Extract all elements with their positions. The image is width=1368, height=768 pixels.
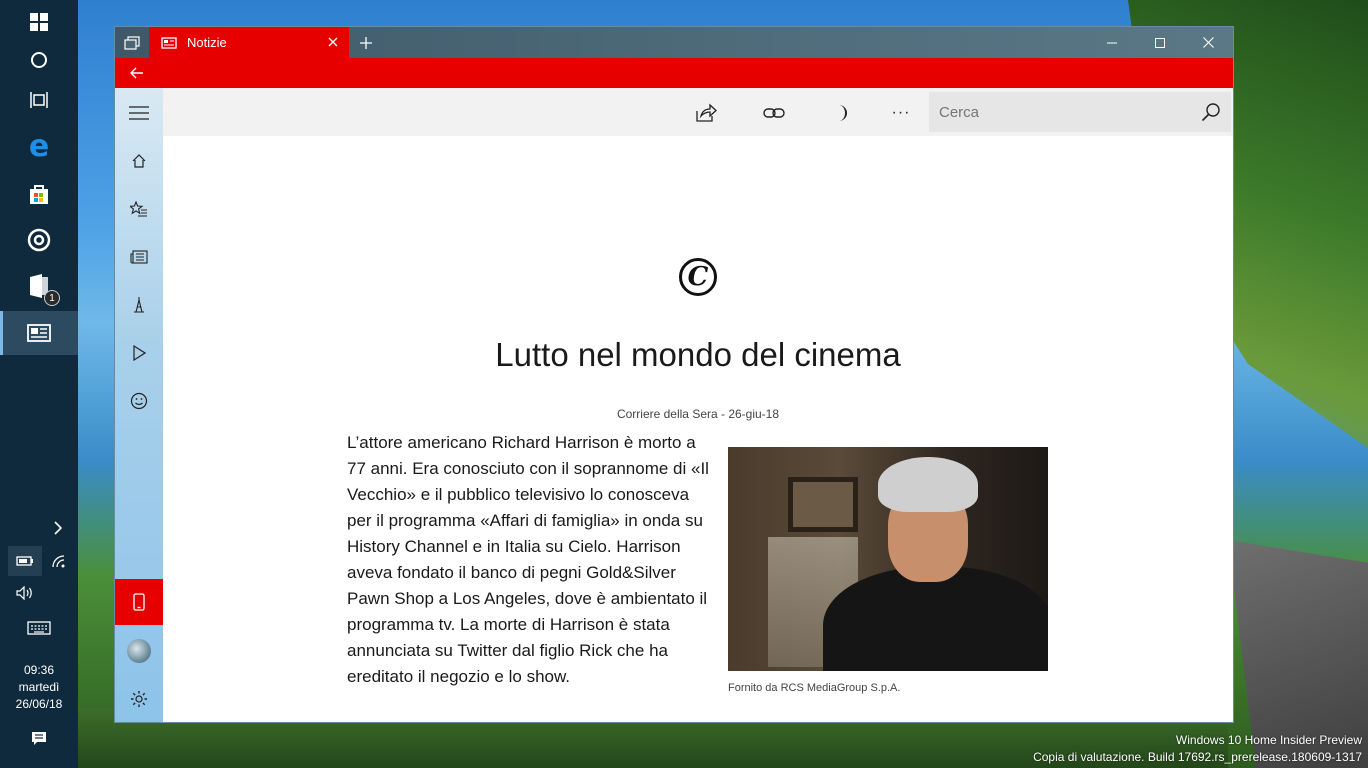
search-button[interactable]: [1199, 100, 1223, 124]
keyboard-icon: [27, 621, 51, 635]
expand-tray-button[interactable]: [48, 518, 68, 538]
back-button[interactable]: [125, 64, 149, 82]
photo-background-frame: [788, 477, 858, 532]
store-app-button[interactable]: [0, 172, 78, 216]
search-input[interactable]: [929, 103, 1179, 121]
landmark-icon: [134, 297, 144, 313]
minimize-icon: [1107, 42, 1117, 43]
clock-date: 26/06/18: [15, 697, 63, 711]
search-icon: [1201, 103, 1220, 122]
groove-music-icon: [27, 228, 51, 252]
new-tab-button[interactable]: [355, 33, 377, 53]
edge-app-button[interactable]: e: [0, 124, 78, 168]
photo-caption: Fornito da RCS MediaGroup S.p.A.: [728, 682, 901, 694]
close-window-button[interactable]: [1185, 27, 1231, 58]
close-tab-button[interactable]: [325, 34, 341, 50]
gear-icon: [131, 691, 147, 707]
touch-keyboard-button[interactable]: [26, 618, 52, 638]
news-tab-icon: [161, 36, 177, 49]
clock-day: martedì: [18, 680, 60, 694]
nav-videos[interactable]: [115, 330, 163, 376]
article-content: C Lutto nel mondo del cinema Corriere de…: [163, 136, 1233, 722]
hamburger-icon: [129, 106, 149, 120]
task-view-button[interactable]: [0, 78, 78, 122]
publisher-logo[interactable]: C: [679, 258, 717, 296]
account-button[interactable]: [115, 628, 163, 674]
taskbar: e 1 09:36 martedì 26/06/18: [0, 0, 78, 768]
close-icon: [328, 37, 338, 47]
edge-icon: e: [28, 128, 50, 164]
maximize-button[interactable]: [1137, 27, 1183, 58]
battery-icon: [16, 556, 33, 566]
battery-tray-button[interactable]: [8, 546, 42, 576]
share-button[interactable]: [693, 100, 719, 126]
title-bar: Notizie: [115, 27, 1233, 58]
store-bag-icon: [30, 185, 48, 204]
share-icon: [696, 103, 717, 122]
windows-logo-icon: [30, 13, 48, 31]
desktop-watermark: Windows 10 Home Insider Preview Copia di…: [1033, 732, 1362, 766]
notification-count-badge: 1: [44, 290, 60, 306]
nav-local[interactable]: [115, 282, 163, 328]
phone-icon: [133, 593, 145, 611]
tab-notizie[interactable]: Notizie: [149, 27, 349, 58]
plus-icon: [360, 37, 372, 49]
action-center-icon: [32, 732, 46, 745]
speaker-icon: [16, 586, 32, 600]
cortana-button[interactable]: [0, 38, 78, 82]
groove-app-button[interactable]: [0, 218, 78, 262]
set-aside-tabs-button[interactable]: [115, 27, 149, 58]
copy-link-button[interactable]: [761, 100, 787, 126]
star-list-icon: [130, 201, 147, 217]
taskbar-clock[interactable]: 09:36 martedì 26/06/18: [0, 662, 78, 713]
volume-tray-button[interactable]: [14, 582, 36, 604]
newspaper-icon: [130, 250, 148, 264]
minimize-button[interactable]: [1089, 27, 1135, 58]
photo-subject-body: [823, 567, 1048, 671]
arrow-left-icon: [130, 67, 143, 79]
close-icon: [1202, 37, 1214, 48]
moon-icon: [839, 105, 847, 121]
tab-switcher-icon: [124, 35, 140, 50]
news-app-button[interactable]: [0, 311, 78, 355]
article-photo[interactable]: [728, 447, 1048, 671]
article-byline: Corriere della Sera - 26-giu-18: [616, 407, 780, 421]
news-app-window: Notizie ··· Cerca C Lutto nel mondo del …: [114, 26, 1234, 723]
watermark-build: Copia di valutazione. Build 17692.rs_pre…: [1033, 750, 1362, 764]
office-app-button[interactable]: [0, 264, 78, 308]
smiley-icon: [130, 392, 148, 410]
menu-button[interactable]: [115, 90, 163, 136]
settings-button[interactable]: [115, 676, 163, 722]
navigation-sidebar: [115, 88, 163, 722]
app-header-bar: [115, 58, 1233, 88]
chevron-right-icon: [54, 521, 63, 535]
search-box: [929, 92, 1231, 132]
wifi-icon: [52, 555, 65, 568]
more-options-button[interactable]: ···: [888, 100, 914, 126]
nav-sources[interactable]: [115, 234, 163, 280]
news-icon: [27, 324, 51, 342]
night-mode-button[interactable]: [829, 100, 855, 126]
avatar: [127, 639, 151, 663]
maximize-icon: [1155, 37, 1165, 48]
play-icon: [133, 345, 146, 361]
tab-title: Notizie: [187, 35, 227, 50]
nav-home[interactable]: [115, 138, 163, 184]
article-body: L’attore americano Richard Harrison è mo…: [347, 433, 709, 686]
cortana-circle-icon: [31, 52, 47, 68]
photo-subject-hair: [878, 457, 978, 512]
watermark-edition: Windows 10 Home Insider Preview: [1175, 733, 1362, 747]
task-view-icon: [30, 92, 48, 108]
wifi-tray-button[interactable]: [48, 550, 70, 572]
nav-interests[interactable]: [115, 186, 163, 232]
clock-time: 09:36: [23, 663, 55, 677]
article-toolbar: ···: [163, 88, 1233, 136]
continue-on-phone-button[interactable]: [115, 579, 163, 625]
nav-feedback[interactable]: [115, 378, 163, 424]
link-icon: [763, 108, 785, 118]
home-icon: [132, 154, 146, 168]
action-center-button[interactable]: [28, 728, 50, 750]
article-headline: Lutto nel mondo del cinema: [495, 336, 901, 373]
